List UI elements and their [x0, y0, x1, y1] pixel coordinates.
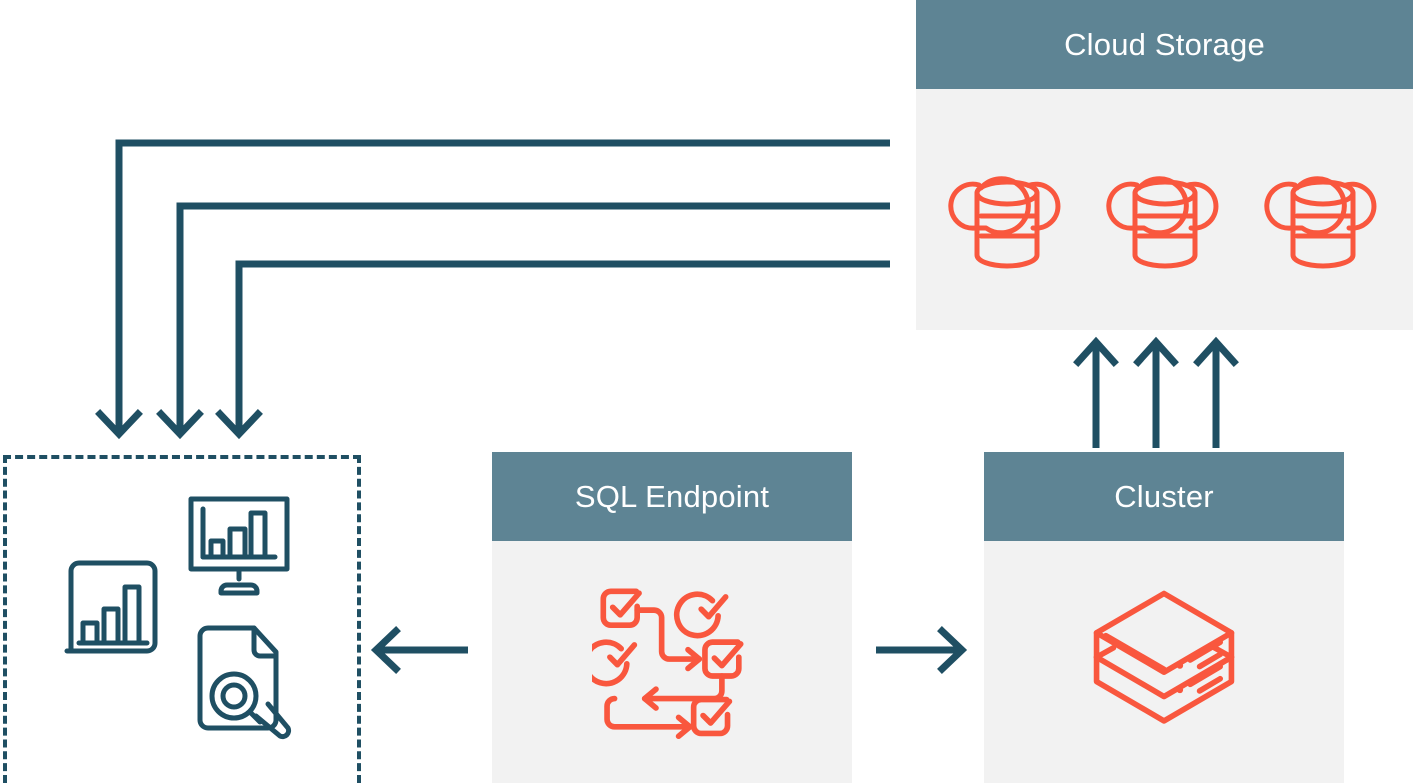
- connector-cloud-storage-to-analytics-2: [156, 202, 890, 440]
- panel-cloud-storage-title: Cloud Storage: [916, 0, 1413, 89]
- server-stack-icon: [1089, 586, 1239, 739]
- connector-sql-endpoint-to-analytics: [370, 626, 468, 674]
- document-search-icon: [192, 624, 296, 745]
- panel-cluster: Cluster: [984, 452, 1344, 783]
- panel-cloud-storage: Cloud Storage: [916, 0, 1413, 330]
- connector-cluster-to-cloud-storage-3: [1193, 336, 1239, 448]
- analytics-icon-set: [7, 459, 357, 783]
- architecture-diagram: Cloud Storage SQL Endpoint Cluster: [0, 0, 1413, 783]
- cloud-database-icon-3: [1261, 143, 1385, 276]
- workflow-checklist-icon: [582, 580, 752, 745]
- cloud-database-icon-1: [945, 143, 1069, 276]
- bar-chart-card-icon: [63, 559, 163, 668]
- panel-cluster-title: Cluster: [984, 452, 1344, 541]
- connector-cluster-to-cloud-storage-2: [1133, 336, 1179, 448]
- connector-cloud-storage-to-analytics-1: [95, 139, 890, 440]
- panel-cluster-body: [984, 541, 1344, 783]
- connector-cluster-to-cloud-storage-1: [1073, 336, 1119, 448]
- monitor-chart-icon: [187, 495, 291, 604]
- group-analytics-consumers: [3, 455, 361, 783]
- panel-sql-endpoint-body: [492, 541, 852, 783]
- panel-sql-endpoint-title: SQL Endpoint: [492, 452, 852, 541]
- connector-cloud-storage-to-analytics-3: [215, 260, 890, 440]
- panel-cloud-storage-body: [916, 89, 1413, 330]
- cloud-database-icon-2: [1103, 143, 1227, 276]
- connector-sql-endpoint-to-cluster: [876, 626, 968, 674]
- panel-sql-endpoint: SQL Endpoint: [492, 452, 852, 783]
